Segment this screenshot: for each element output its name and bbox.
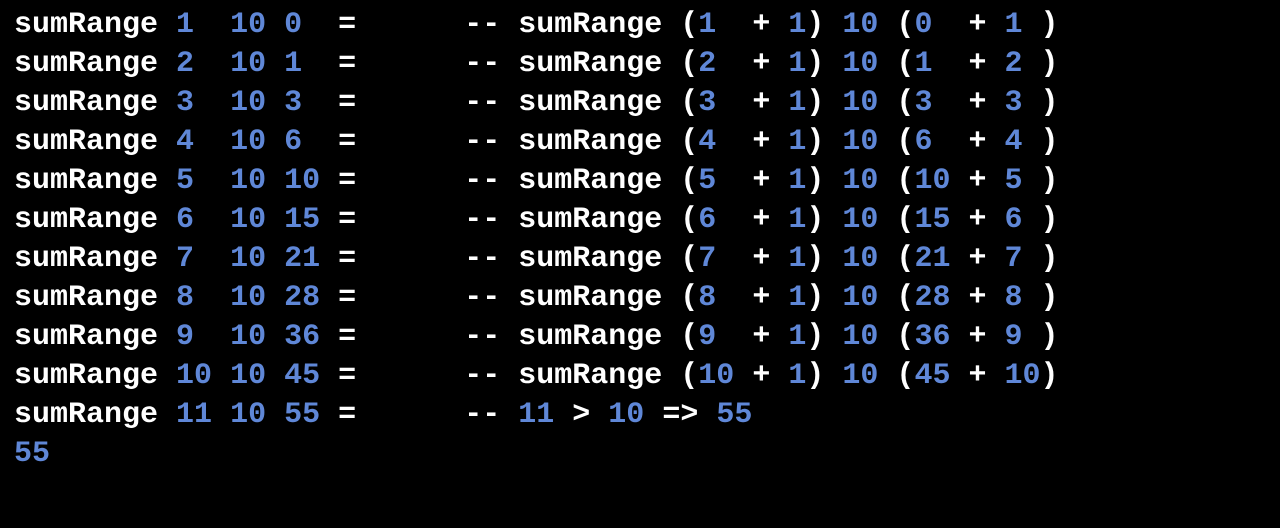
code-line: sumRange 5 10 10 = -- sumRange (5 + 1) 1…	[14, 162, 1266, 201]
code-line: sumRange 10 10 45 = -- sumRange (10 + 1)…	[14, 357, 1266, 396]
code-line: sumRange 6 10 15 = -- sumRange (6 + 1) 1…	[14, 201, 1266, 240]
code-line: sumRange 3 10 3 = -- sumRange (3 + 1) 10…	[14, 84, 1266, 123]
code-block: sumRange 1 10 0 = -- sumRange (1 + 1) 10…	[0, 0, 1280, 482]
code-line: sumRange 11 10 55 = -- 11 > 10 => 55	[14, 396, 1266, 435]
code-line: sumRange 1 10 0 = -- sumRange (1 + 1) 10…	[14, 6, 1266, 45]
code-line: sumRange 8 10 28 = -- sumRange (8 + 1) 1…	[14, 279, 1266, 318]
code-line: sumRange 2 10 1 = -- sumRange (2 + 1) 10…	[14, 45, 1266, 84]
code-line: sumRange 7 10 21 = -- sumRange (7 + 1) 1…	[14, 240, 1266, 279]
result-line: 55	[14, 435, 1266, 474]
code-line: sumRange 4 10 6 = -- sumRange (4 + 1) 10…	[14, 123, 1266, 162]
code-line: sumRange 9 10 36 = -- sumRange (9 + 1) 1…	[14, 318, 1266, 357]
